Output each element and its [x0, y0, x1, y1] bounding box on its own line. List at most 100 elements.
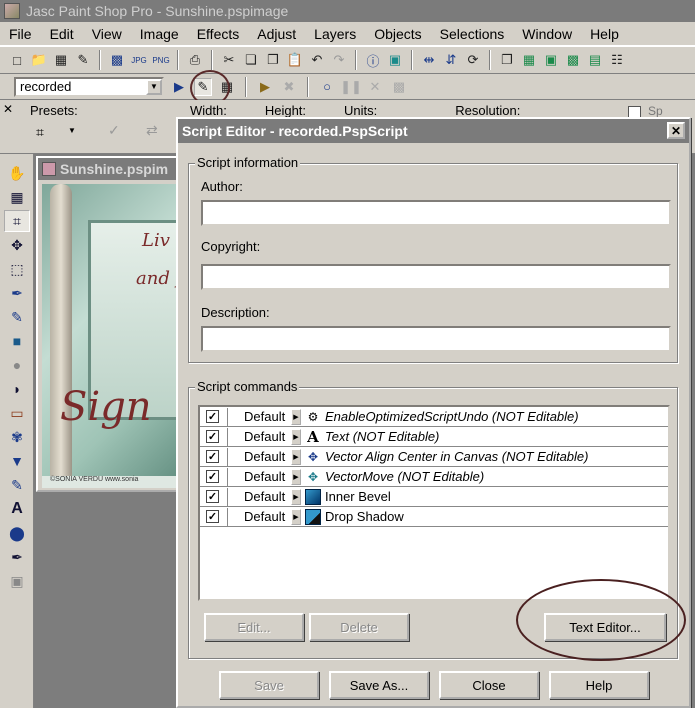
warp-tool-icon[interactable]: ▣: [4, 570, 30, 592]
fill-tool-icon[interactable]: ▼: [4, 450, 30, 472]
command-checkbox[interactable]: ✓: [206, 490, 219, 503]
crop-icon[interactable]: ⌗: [36, 124, 44, 141]
command-checkbox[interactable]: ✓: [206, 430, 219, 443]
clone-brush-tool-icon[interactable]: ■: [4, 330, 30, 352]
histogram-icon[interactable]: ▤: [586, 51, 604, 69]
chevron-right-icon[interactable]: ▶: [291, 408, 301, 425]
command-mode[interactable]: Default: [227, 507, 291, 526]
chevron-down-icon[interactable]: ▼: [146, 78, 162, 95]
window-icon[interactable]: ❐: [498, 51, 516, 69]
open-folder-icon[interactable]: 📁: [30, 51, 48, 69]
layers-palette-icon[interactable]: ▦: [520, 51, 538, 69]
chevron-right-icon[interactable]: ▶: [291, 508, 301, 525]
copyright-field[interactable]: [201, 264, 671, 290]
paste-icon[interactable]: 📋: [286, 51, 304, 69]
copy-merged-icon[interactable]: ❐: [264, 51, 282, 69]
menu-adjust[interactable]: Adjust: [248, 26, 305, 42]
menu-view[interactable]: View: [83, 26, 131, 42]
edit-button[interactable]: Edit...: [204, 613, 304, 641]
undo-icon[interactable]: ↶: [308, 51, 326, 69]
run-folder-icon[interactable]: ▶: [256, 78, 274, 96]
shape-tool-icon[interactable]: ⬤: [4, 522, 30, 544]
cancel-record-icon[interactable]: ✕: [366, 78, 384, 96]
author-field[interactable]: [201, 200, 671, 226]
description-field[interactable]: [201, 326, 671, 352]
command-mode[interactable]: Default: [227, 467, 291, 486]
command-mode[interactable]: Default: [227, 427, 291, 446]
menu-selections[interactable]: Selections: [431, 26, 514, 42]
save-png-icon[interactable]: PNG: [152, 51, 170, 69]
tool-options-icon[interactable]: ☷: [608, 51, 626, 69]
save-icon[interactable]: ▩: [108, 51, 126, 69]
overview-icon[interactable]: ▩: [564, 51, 582, 69]
menu-effects[interactable]: Effects: [188, 26, 249, 42]
help-button[interactable]: Help: [549, 671, 649, 699]
move-tool-icon[interactable]: ✥: [4, 234, 30, 256]
script-commands-list[interactable]: ✓ Default ▶ ⚙ EnableOptimizedScriptUndo …: [198, 405, 670, 601]
image-canvas[interactable]: Liv and f Sign ©SONIA VERDU www.sonia: [42, 184, 184, 488]
record-icon[interactable]: ○: [318, 78, 336, 96]
save-record-icon[interactable]: ▩: [390, 78, 408, 96]
mirror-icon[interactable]: ⇹: [420, 51, 438, 69]
close-icon[interactable]: ✕: [667, 122, 685, 139]
rotate-icon[interactable]: ⟳: [464, 51, 482, 69]
command-checkbox[interactable]: ✓: [206, 450, 219, 463]
command-checkbox[interactable]: ✓: [206, 470, 219, 483]
list-item[interactable]: ✓ Default ▶ Drop Shadow: [200, 507, 668, 527]
chevron-right-icon[interactable]: ▶: [291, 448, 301, 465]
scan-icon[interactable]: ✎: [74, 51, 92, 69]
cut-icon[interactable]: ✂: [220, 51, 238, 69]
list-item[interactable]: ✓ Default ▶ A Text (NOT Editable): [200, 427, 668, 447]
lighten-tool-icon[interactable]: ◗: [4, 378, 30, 400]
menu-file[interactable]: File: [0, 26, 41, 42]
close-button[interactable]: Close: [439, 671, 539, 699]
pen-tool-icon[interactable]: ✎: [4, 474, 30, 496]
chevron-right-icon[interactable]: ▶: [291, 488, 301, 505]
delete-button[interactable]: Delete: [309, 613, 409, 641]
command-mode[interactable]: Default: [227, 407, 291, 426]
dodge-tool-icon[interactable]: ●: [4, 354, 30, 376]
menu-edit[interactable]: Edit: [41, 26, 83, 42]
save-button[interactable]: Save: [219, 671, 319, 699]
picture-tube-tool-icon[interactable]: ✾: [4, 426, 30, 448]
info-icon[interactable]: ⓘ: [364, 51, 382, 69]
list-item[interactable]: ✓ Default ▶ ⚙ EnableOptimizedScriptUndo …: [200, 407, 668, 427]
crop-tool-icon[interactable]: ⌗: [4, 210, 30, 232]
command-checkbox[interactable]: ✓: [206, 510, 219, 523]
zoom-tool-icon[interactable]: ▦: [4, 186, 30, 208]
chevron-right-icon[interactable]: ▶: [291, 428, 301, 445]
redo-icon[interactable]: ↷: [330, 51, 348, 69]
print-icon[interactable]: ⎙: [186, 51, 204, 69]
canvas-size-icon[interactable]: ▣: [386, 51, 404, 69]
command-checkbox[interactable]: ✓: [206, 410, 219, 423]
command-mode[interactable]: Default: [227, 447, 291, 466]
pause-icon[interactable]: ❚❚: [340, 78, 362, 96]
draw-tool-icon[interactable]: ✒: [4, 546, 30, 568]
reset-icon[interactable]: ⇄: [146, 122, 158, 139]
menu-image[interactable]: Image: [131, 26, 188, 42]
menu-help[interactable]: Help: [581, 26, 628, 42]
stop-script-icon[interactable]: ✖: [280, 78, 298, 96]
eraser-tool-icon[interactable]: ▭: [4, 402, 30, 424]
save-jpeg-icon[interactable]: JPG: [130, 51, 148, 69]
script-select[interactable]: recorded ▼: [14, 76, 164, 97]
selection-tool-icon[interactable]: ⬚: [4, 258, 30, 280]
materials-icon[interactable]: ▣: [542, 51, 560, 69]
text-tool-icon[interactable]: A: [4, 498, 30, 520]
command-mode[interactable]: Default: [227, 487, 291, 506]
menu-layers[interactable]: Layers: [305, 26, 365, 42]
menu-objects[interactable]: Objects: [365, 26, 430, 42]
list-item[interactable]: ✓ Default ▶ Inner Bevel: [200, 487, 668, 507]
list-item[interactable]: ✓ Default ▶ ✥ VectorMove (NOT Editable): [200, 467, 668, 487]
menu-window[interactable]: Window: [513, 26, 581, 42]
paint-brush-tool-icon[interactable]: ✎: [4, 306, 30, 328]
flip-icon[interactable]: ⇵: [442, 51, 460, 69]
copy-icon[interactable]: ❏: [242, 51, 260, 69]
browse-icon[interactable]: ▦: [52, 51, 70, 69]
chevron-right-icon[interactable]: ▶: [291, 468, 301, 485]
dropper-tool-icon[interactable]: ✒: [4, 282, 30, 304]
close-palette-icon[interactable]: ✕: [3, 102, 13, 116]
pan-tool-icon[interactable]: ✋: [4, 162, 30, 184]
apply-check-icon[interactable]: ✓: [108, 122, 120, 139]
new-file-icon[interactable]: □: [8, 51, 26, 69]
